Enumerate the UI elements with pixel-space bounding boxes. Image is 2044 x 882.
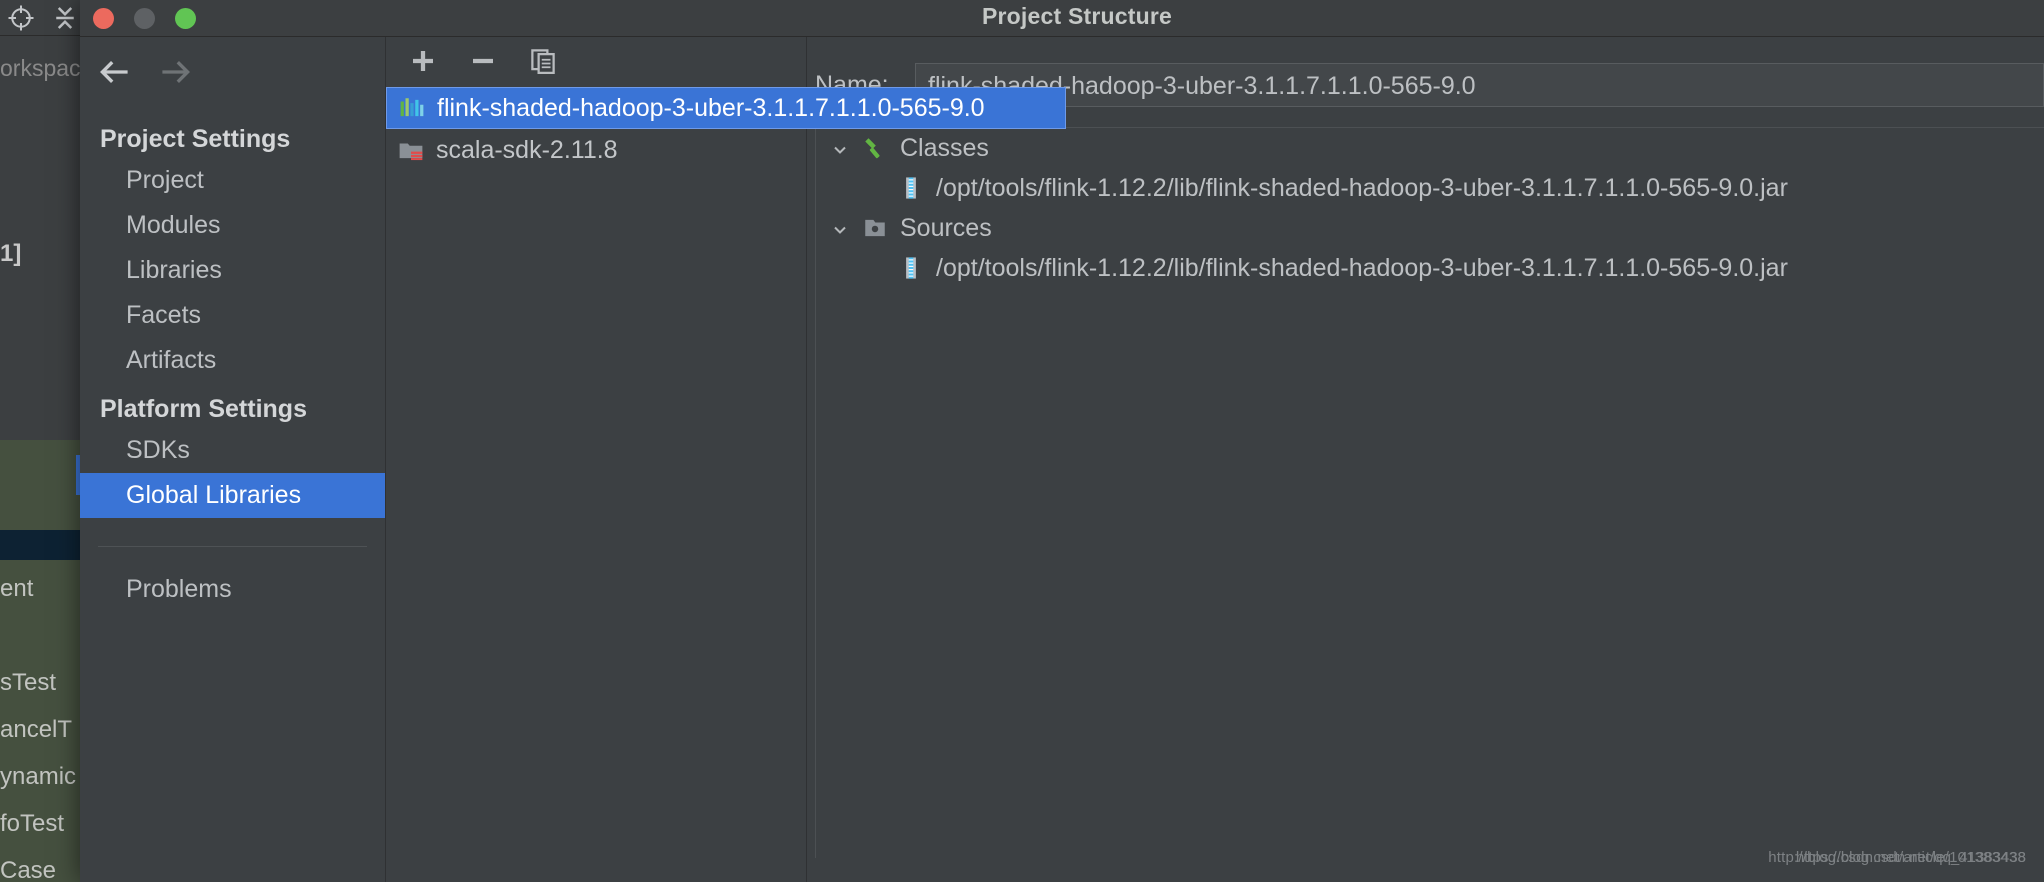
plus-icon[interactable] xyxy=(408,46,438,76)
list-item[interactable]: flink-shaded-hadoop-3-uber-3.1.1.7.1.1.0… xyxy=(386,87,1066,129)
list-item[interactable]: scala-sdk-2.11.8 xyxy=(386,129,806,171)
nav-divider xyxy=(98,546,367,547)
sidebar-item-artifacts[interactable]: Artifacts xyxy=(80,338,385,383)
sidebar-item-modules[interactable]: Modules xyxy=(80,203,385,248)
tree-node-sources-jar[interactable]: /opt/tools/flink-1.12.2/lib/flink-shaded… xyxy=(816,248,2044,288)
settings-nav-list: Project Settings Project Modules Librari… xyxy=(80,113,385,612)
chevron-down-icon[interactable] xyxy=(830,138,850,158)
nav-group-project-settings: Project Settings xyxy=(100,125,291,153)
background-run-item: foTest xyxy=(0,810,65,837)
list-item-label: scala-sdk-2.11.8 xyxy=(436,135,618,164)
arrow-right-icon[interactable] xyxy=(158,58,192,86)
sidebar-item-project[interactable]: Project xyxy=(80,158,385,203)
sidebar-item-problems[interactable]: Problems xyxy=(80,567,385,612)
target-icon[interactable] xyxy=(6,3,36,33)
tree-leaf-label: /opt/tools/flink-1.12.2/lib/flink-shaded… xyxy=(936,173,1788,202)
library-roots-tree: Classes /opt/tools/flink-1.12.2/lib/flin… xyxy=(815,127,2044,858)
list-toolbar xyxy=(386,37,806,85)
background-run-item: ancelT xyxy=(0,716,73,743)
list-item-label: flink-shaded-hadoop-3-uber-3.1.1.7.1.1.0… xyxy=(437,93,985,122)
project-structure-dialog: Project Structure Project Settings Proje… xyxy=(80,0,2044,882)
dialog-body: Project Settings Project Modules Librari… xyxy=(80,37,2044,882)
global-libraries-list-pane: flink-shaded-hadoop-3-uber-3.1.1.7.1.1.0… xyxy=(386,37,1066,882)
tree-leaf-label: /opt/tools/flink-1.12.2/lib/flink-shaded… xyxy=(936,253,1788,282)
library-icon xyxy=(399,95,425,121)
tree-node-classes-jar[interactable]: /opt/tools/flink-1.12.2/lib/flink-shaded… xyxy=(816,168,2044,208)
library-list: flink-shaded-hadoop-3-uber-3.1.1.7.1.1.0… xyxy=(386,87,1066,171)
nav-history-controls xyxy=(80,37,385,93)
dialog-titlebar: Project Structure xyxy=(80,0,2044,37)
sidebar-item-global-libraries[interactable]: Global Libraries xyxy=(80,473,385,518)
jar-icon xyxy=(898,175,924,201)
sidebar-item-sdks[interactable]: SDKs xyxy=(80,428,385,473)
library-name-field[interactable]: flink-shaded-hadoop-3-uber-3.1.1.7.1.1.0… xyxy=(915,63,2044,107)
background-run-item: Case xyxy=(0,857,57,882)
background-ide-line-marker: 1] xyxy=(0,240,22,267)
nav-group-platform-settings: Platform Settings xyxy=(100,395,307,423)
background-run-list: ent sTest ancelT ynamic foTest Case xyxy=(0,565,82,882)
settings-nav-pane: Project Settings Project Modules Librari… xyxy=(80,37,386,882)
background-run-item: ynamic xyxy=(0,763,77,790)
background-run-item: sTest xyxy=(0,669,57,696)
minus-icon[interactable] xyxy=(468,46,498,76)
watermark-line-b: http://blog.csdn.net/article/101383438 xyxy=(1768,849,2026,866)
collapse-all-icon[interactable] xyxy=(50,3,80,33)
tree-node-sources[interactable]: Sources xyxy=(816,208,2044,248)
tree-node-label: Classes xyxy=(900,133,989,162)
background-ide-editor xyxy=(0,100,82,440)
background-ide-toolbar xyxy=(0,0,82,36)
sidebar-item-facets[interactable]: Facets xyxy=(80,293,385,338)
sources-folder-icon xyxy=(862,215,888,241)
chevron-down-icon[interactable] xyxy=(830,218,850,238)
watermark: https://blog.csdn.net/qq_41383438 http:/… xyxy=(1706,849,2026,873)
arrow-left-icon[interactable] xyxy=(98,58,132,86)
scala-sdk-icon xyxy=(398,137,424,163)
screenshot-root: orkspac 1] ent sTest ancelT ynamic foTes… xyxy=(0,0,2044,882)
tree-node-classes[interactable]: Classes xyxy=(816,128,2044,168)
library-detail-pane: Name: flink-shaded-hadoop-3-uber-3.1.1.7… xyxy=(807,37,2044,882)
copy-icon[interactable] xyxy=(528,46,558,76)
classes-hammer-icon xyxy=(862,135,888,161)
dialog-title: Project Structure xyxy=(981,3,1172,29)
jar-icon xyxy=(898,255,924,281)
sidebar-item-libraries[interactable]: Libraries xyxy=(80,248,385,293)
background-run-panel-highlight xyxy=(0,530,80,560)
tree-node-label: Sources xyxy=(900,213,992,242)
background-ide-tab[interactable]: orkspac xyxy=(0,36,82,100)
background-run-gap xyxy=(0,612,82,659)
background-run-item: ent xyxy=(0,575,34,602)
